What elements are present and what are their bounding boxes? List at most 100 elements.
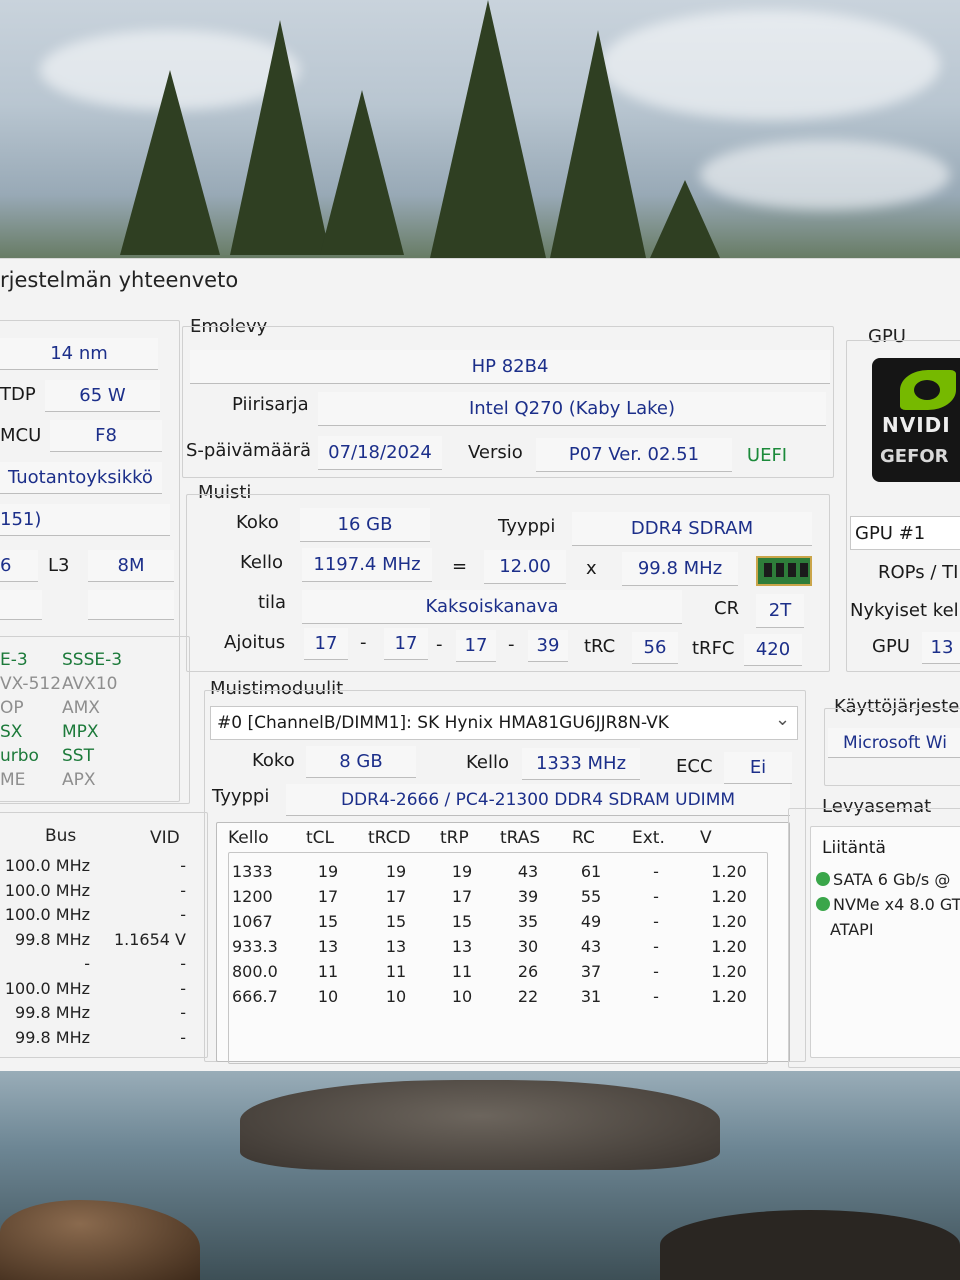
bios-date-value: 07/18/2024 <box>318 436 442 470</box>
cpu-feature: E-3 <box>0 650 28 670</box>
mcu-label: MCU <box>0 425 42 446</box>
cpu-clock-bus: 99.8 MHz <box>15 929 90 949</box>
spd-cell: 1067 <box>232 912 273 931</box>
ram-module-icon <box>756 556 812 586</box>
spd-cell: 43 <box>517 862 539 881</box>
l3-label: L3 <box>48 555 70 576</box>
cpu-feature: SSSE-3 <box>62 650 123 670</box>
cpu-empty-field-2 <box>88 590 174 620</box>
timing-trp: 17 <box>456 630 496 662</box>
cpu-clock-vid: - <box>180 954 186 973</box>
interface-header: Liitäntä <box>822 838 886 858</box>
spd-cell: 49 <box>580 912 602 931</box>
chipset-value: Intel Q270 (Kaby Lake) <box>318 392 826 426</box>
spd-cell: 19 <box>317 862 339 881</box>
cpu-feature: ME <box>0 770 26 790</box>
drive-item-label: ATAPI <box>830 920 874 939</box>
cpu-clock-vid: - <box>180 856 186 875</box>
module-clock-value: 1333 MHz <box>522 748 640 780</box>
drive-item: NVMe x4 8.0 GT <box>816 895 960 914</box>
cpu-clock-bus: 100.0 MHz <box>4 856 90 875</box>
spd-cell: 26 <box>517 962 539 981</box>
cpu-feature: AVX10 <box>62 674 118 694</box>
bios-date-label: S-päivämäärä <box>186 440 312 461</box>
spd-cell: 1333 <box>232 862 273 881</box>
trc-value: 56 <box>632 632 678 664</box>
trc-label: tRC <box>584 636 616 657</box>
bus-header: Bus <box>45 826 77 846</box>
spd-cell: 1.20 <box>711 962 747 981</box>
cpu-feature: APX <box>62 770 96 790</box>
spd-cell: 55 <box>580 887 602 906</box>
wallpaper-rock <box>240 1080 720 1170</box>
spd-cell: 1.20 <box>711 987 747 1006</box>
memory-multiplier: 12.00 <box>484 550 566 584</box>
cpu-feature: MPX <box>62 722 99 742</box>
spd-cell: 800.0 <box>232 962 278 981</box>
cpu-feature: OP <box>0 698 24 718</box>
version-value: P07 Ver. 02.51 <box>536 438 732 472</box>
equals-sign: = <box>452 556 468 577</box>
spd-cell: 17 <box>451 887 473 906</box>
spd-cell: 1.20 <box>711 937 747 956</box>
memory-clock-value: 1197.4 MHz <box>302 548 432 582</box>
memory-type-value: DDR4 SDRAM <box>572 512 812 546</box>
tdp-label: TDP <box>0 384 36 405</box>
timing-trcd: 17 <box>384 628 428 660</box>
memory-base-clock: 99.8 MHz <box>622 552 738 586</box>
cpu-clock-vid: - <box>180 978 186 998</box>
spd-header-cell: Ext. <box>632 828 665 848</box>
module-type-label: Tyyppi <box>212 786 270 807</box>
gpu-clock-value: 13 <box>922 632 960 664</box>
cpu-clock-vid: - <box>180 1003 186 1022</box>
module-clock-label: Kello <box>466 752 509 773</box>
cpu-empty-field-1 <box>0 590 42 620</box>
wallpaper-rock-right <box>660 1210 960 1280</box>
gpu-select[interactable]: GPU #1 <box>850 516 960 550</box>
timing-dash-2: - <box>436 634 443 655</box>
tdp-value: 65 W <box>45 380 160 412</box>
spd-cell: 17 <box>317 887 339 906</box>
spd-cell: 11 <box>317 962 339 981</box>
geforce-logo-text: GEFOR <box>880 446 949 467</box>
spd-cell: 666.7 <box>232 987 278 1006</box>
spd-header-cell: tCL <box>306 828 335 848</box>
spd-cell: 37 <box>580 962 602 981</box>
memory-size-label: Koko <box>236 512 279 533</box>
mcu-value: F8 <box>50 420 162 452</box>
spd-header-cell: RC <box>572 828 595 848</box>
l2-value: 6 <box>0 550 38 582</box>
spd-cell: 15 <box>317 912 339 931</box>
motherboard-model: HP 82B4 <box>190 350 830 384</box>
l3-value: 8M <box>88 550 174 582</box>
spd-cell: 10 <box>451 987 473 1006</box>
spd-cell: 43 <box>580 937 602 956</box>
vid-header: VID <box>150 828 180 848</box>
memory-clock-label: Kello <box>240 552 283 573</box>
spd-cell: 13 <box>317 937 339 956</box>
check-ok-icon <box>816 897 830 911</box>
times-sign: x <box>586 558 597 579</box>
spd-cell: 933.3 <box>232 937 278 956</box>
gpu-select-value: GPU #1 <box>855 523 926 544</box>
channel-mode-label: tila <box>258 592 287 613</box>
cpu-clock-bus: - <box>84 954 90 973</box>
drives-list <box>810 826 960 1058</box>
cpu-feature: AMX <box>62 698 100 718</box>
spd-cell: 1.20 <box>711 887 747 906</box>
cpu-clock-bus: 99.8 MHz <box>15 1027 90 1047</box>
spd-cell: 10 <box>317 987 339 1006</box>
spd-cell: 13 <box>451 937 473 956</box>
desktop-wallpaper-top <box>0 0 960 260</box>
spd-cell: - <box>653 962 659 981</box>
spd-header-cell: Kello <box>228 828 269 848</box>
spd-cell: 30 <box>517 937 539 956</box>
timing-label: Ajoitus <box>224 632 286 653</box>
spd-cell: 19 <box>451 862 473 881</box>
spd-header-cell: tRP <box>440 828 469 848</box>
spd-cell: - <box>653 862 659 881</box>
stepping-value: 151) <box>0 504 170 536</box>
module-size-label: Koko <box>252 750 295 771</box>
timing-dash-3: - <box>508 634 515 655</box>
module-select[interactable]: #0 [ChannelB/DIMM1]: SK Hynix HMA81GU6JJ… <box>210 706 798 740</box>
